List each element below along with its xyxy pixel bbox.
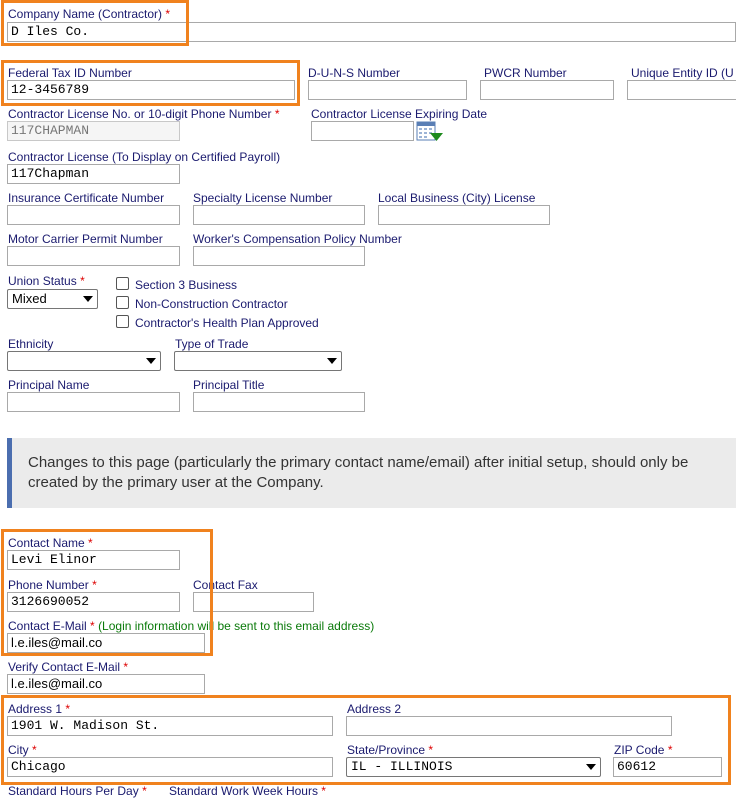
pwcr-input[interactable] xyxy=(480,80,614,100)
contractor-license-input[interactable]: 117CHAPMAN xyxy=(7,121,180,141)
union-status-select[interactable]: Mixed xyxy=(7,289,98,309)
contact-highlight xyxy=(1,529,213,656)
license-expiring-input[interactable] xyxy=(311,121,414,141)
chevron-down-icon xyxy=(327,358,337,364)
ethnicity-label: Ethnicity xyxy=(8,337,54,351)
license-display-label: Contractor License (To Display on Certif… xyxy=(8,150,281,164)
duns-label: D-U-N-S Number xyxy=(308,66,401,80)
insurance-label: Insurance Certificate Number xyxy=(8,191,165,205)
workers-comp-input[interactable] xyxy=(193,246,365,266)
motor-carrier-label: Motor Carrier Permit Number xyxy=(8,232,163,246)
notice-callout: Changes to this page (particularly the p… xyxy=(7,438,736,508)
chevron-down-icon xyxy=(146,358,156,364)
trade-type-select[interactable] xyxy=(174,351,342,371)
insurance-input[interactable] xyxy=(7,205,180,225)
health-plan-checkbox[interactable] xyxy=(116,315,129,328)
uei-label: Unique Entity ID (U xyxy=(631,66,734,80)
license-expiring-label: Contractor License Expiring Date xyxy=(311,107,488,121)
local-business-input[interactable] xyxy=(378,205,550,225)
specialty-license-label: Specialty License Number xyxy=(193,191,333,205)
principal-name-input[interactable] xyxy=(7,392,180,412)
health-plan-label: Contractor's Health Plan Approved xyxy=(135,316,319,330)
section3-label: Section 3 Business xyxy=(135,278,238,292)
workers-comp-label: Worker's Compensation Policy Number xyxy=(193,232,402,246)
motor-carrier-input[interactable] xyxy=(7,246,180,266)
nonconstruction-checkbox[interactable] xyxy=(116,296,129,309)
address-highlight xyxy=(1,695,731,785)
chevron-down-icon xyxy=(83,296,93,302)
specialty-license-input[interactable] xyxy=(193,205,365,225)
verify-email-label: Verify Contact E-Mail * xyxy=(8,660,129,674)
verify-email-input[interactable]: l.e.iles@mail.co xyxy=(7,674,205,694)
principal-name-label: Principal Name xyxy=(8,378,90,392)
contractor-license-label: Contractor License No. or 10-digit Phone… xyxy=(8,107,280,121)
license-display-input[interactable]: 117Chapman xyxy=(7,164,180,184)
local-business-label: Local Business (City) License xyxy=(378,191,536,205)
notice-line-2: created by the primary user at the Compa… xyxy=(28,474,324,491)
duns-input[interactable] xyxy=(308,80,467,100)
company-name-highlight xyxy=(1,0,189,46)
union-status-label: Union Status * xyxy=(8,274,85,288)
principal-title-label: Principal Title xyxy=(193,378,265,392)
notice-line-1: Changes to this page (particularly the p… xyxy=(28,454,689,471)
principal-title-input[interactable] xyxy=(193,392,365,412)
ethnicity-select[interactable] xyxy=(7,351,161,371)
uei-input[interactable] xyxy=(627,80,736,100)
pwcr-label: PWCR Number xyxy=(484,66,567,80)
calendar-icon[interactable] xyxy=(416,120,444,142)
nonconstruction-label: Non-Construction Contractor xyxy=(135,297,288,311)
federal-tax-highlight xyxy=(1,60,300,106)
section3-checkbox[interactable] xyxy=(116,277,129,290)
trade-type-label: Type of Trade xyxy=(175,337,249,351)
